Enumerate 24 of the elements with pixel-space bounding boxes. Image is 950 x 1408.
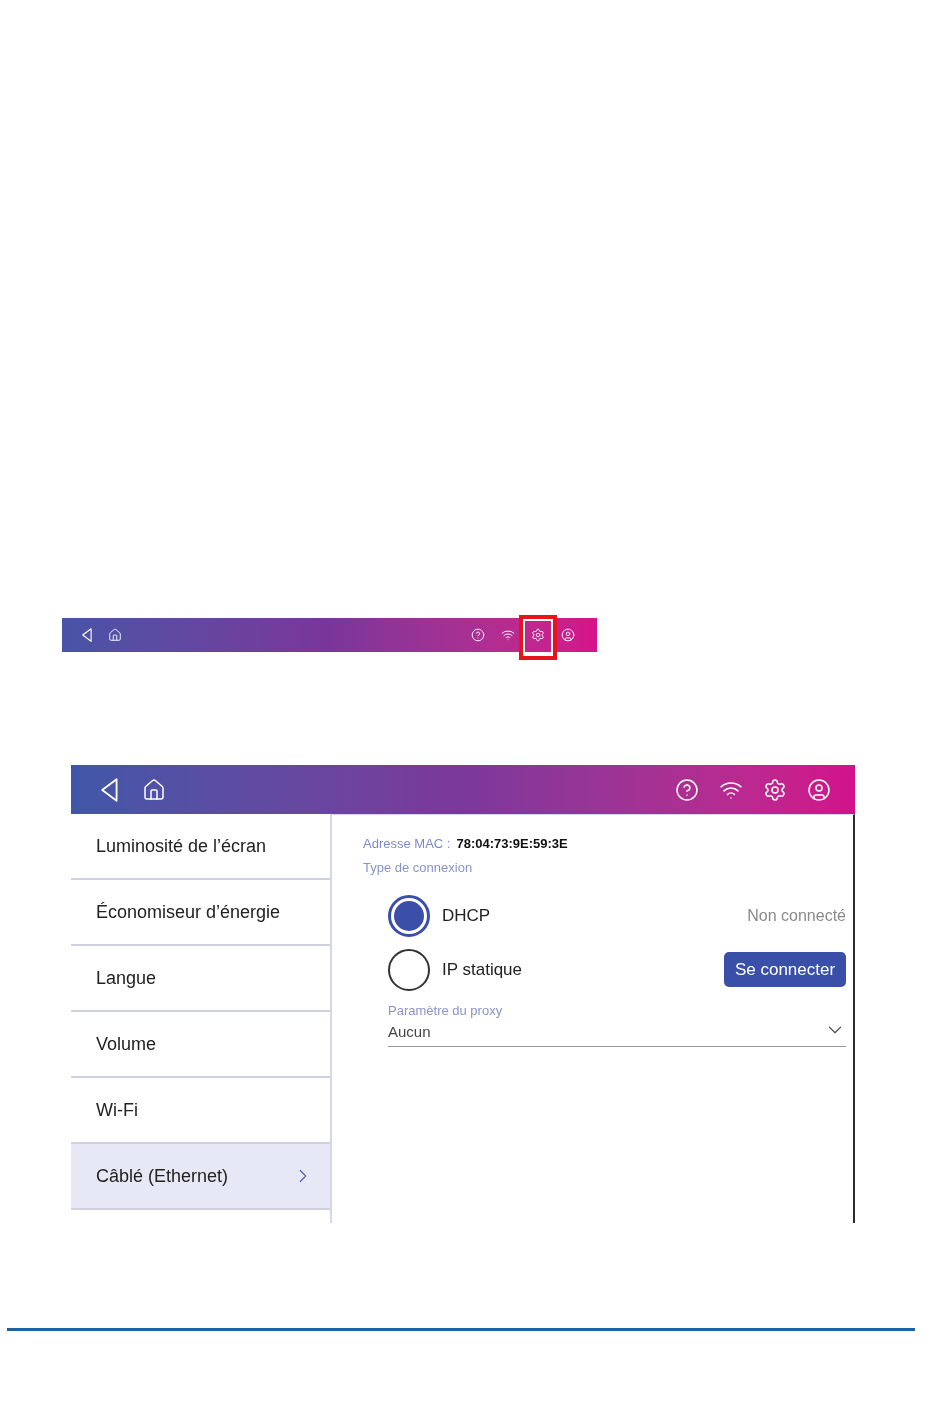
back-icon[interactable] [82,628,92,642]
selected-value: Aucun [388,1022,431,1041]
section-label: Type de connexion [363,859,473,877]
settings-icon[interactable] [763,777,787,802]
sidebar-item[interactable]: Câblé (Ethernet) [71,1144,330,1210]
field-label: Paramètre du proxy [388,1002,503,1019]
help-icon[interactable] [675,777,699,802]
connect-button[interactable]: Se connecter [724,952,846,987]
wifi-icon[interactable] [501,628,515,642]
connection-status: Non connecté [747,905,846,926]
user-icon[interactable] [561,628,575,642]
mac-address-label: Adresse MAC : [363,834,451,853]
home-icon[interactable] [107,628,122,642]
back-icon[interactable] [101,777,118,802]
mac-address-value: 78:04:73:9E:59:3E [456,834,568,853]
home-icon[interactable] [141,777,166,802]
user-icon[interactable] [807,777,831,802]
radio-label: IP statique [442,958,523,981]
radio-button[interactable] [388,894,430,937]
radio-button[interactable] [388,948,430,991]
help-icon[interactable] [471,628,485,642]
settings-icon[interactable] [531,628,545,642]
radio-label: DHCP [442,904,491,927]
proxy-dropdown[interactable]: Paramètre du proxy Aucun [388,1002,846,1047]
